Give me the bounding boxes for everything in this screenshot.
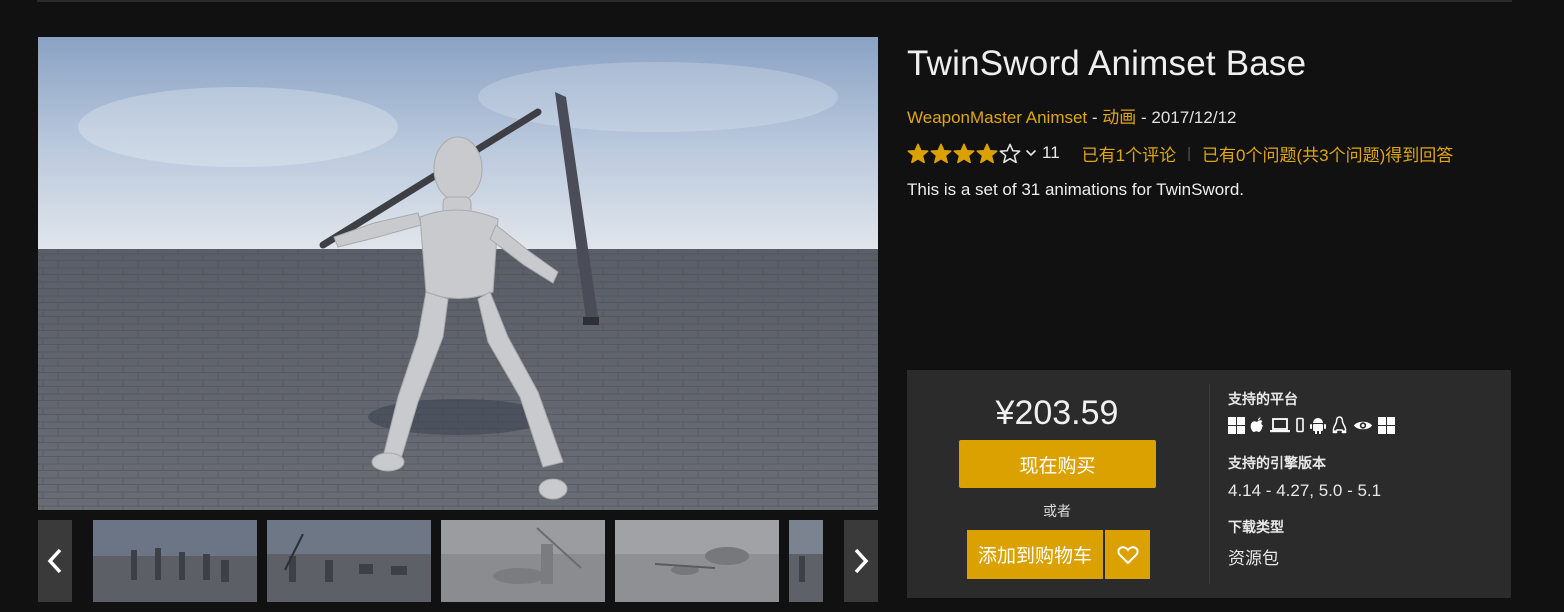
- chevron-right-icon: [854, 548, 869, 574]
- next-image-button[interactable]: [844, 520, 878, 602]
- download-type: 资源包: [1228, 549, 1279, 568]
- ios-phone-icon: [1295, 417, 1305, 434]
- engine-versions: 4.14 - 4.27, 5.0 - 5.1: [1228, 481, 1382, 500]
- windows-icon: [1378, 416, 1395, 434]
- product-specs: 支持的平台 支持的引擎版本 4.14 - 4.27, 5.0 - 5.1 下载类…: [1228, 370, 1498, 598]
- platforms-label: 支持的平台: [1228, 391, 1298, 407]
- star-filled-icon: [953, 143, 975, 163]
- thumbnail-4[interactable]: [615, 520, 779, 602]
- chevron-down-icon[interactable]: [1025, 148, 1037, 158]
- panel-divider: [1209, 384, 1210, 584]
- meta-separator: -: [1087, 108, 1103, 127]
- linux-icon: [1331, 416, 1348, 434]
- rating-count: 11: [1042, 143, 1060, 162]
- meta-separator: -: [1136, 108, 1152, 127]
- buy-now-button[interactable]: 现在购买: [959, 440, 1156, 488]
- top-divider: [37, 0, 1512, 2]
- rating-row: 11 已有1个评论 | 已有0个问题(共3个问题)得到回答: [907, 140, 1453, 166]
- link-divider: |: [1187, 144, 1192, 162]
- vr-eye-icon: [1353, 417, 1373, 434]
- previous-image-button[interactable]: [38, 520, 72, 602]
- wishlist-button[interactable]: [1105, 530, 1150, 579]
- add-to-cart-button[interactable]: 添加到购物车: [967, 530, 1103, 579]
- star-rating[interactable]: [907, 143, 1021, 164]
- engine-versions-label: 支持的引擎版本: [1228, 455, 1326, 471]
- star-empty-icon: [999, 143, 1021, 163]
- or-label: 或者: [1043, 503, 1071, 519]
- star-filled-icon: [930, 143, 952, 163]
- thumbnail-2[interactable]: [267, 520, 431, 602]
- star-filled-icon: [907, 143, 929, 163]
- purchase-panel: ¥203.59 现在购买 或者 添加到购物车 支持的平台 支持的引擎版本 4.1…: [907, 370, 1511, 598]
- star-filled-icon: [976, 143, 998, 163]
- thumbnail-3[interactable]: [441, 520, 605, 602]
- thumbnail-strip: [38, 520, 878, 602]
- download-type-label: 下载类型: [1228, 519, 1284, 535]
- chevron-left-icon: [47, 548, 62, 574]
- thumbnail-1[interactable]: [93, 520, 257, 602]
- platform-icons: [1228, 416, 1395, 434]
- apple-icon: [1250, 416, 1265, 434]
- product-meta: WeaponMaster Animset - 动画 - 2017/12/12: [907, 103, 1236, 128]
- questions-link[interactable]: 已有0个问题(共3个问题)得到回答: [1202, 141, 1453, 166]
- release-date: 2017/12/12: [1151, 108, 1237, 127]
- windows-icon: [1228, 416, 1245, 434]
- purchase-actions: ¥203.59 现在购买 或者 添加到购物车: [907, 370, 1207, 598]
- reviews-link[interactable]: 已有1个评论: [1082, 141, 1176, 166]
- seller-link[interactable]: WeaponMaster Animset: [907, 108, 1087, 127]
- heart-icon: [1116, 545, 1139, 564]
- thumbnail-5[interactable]: [789, 520, 823, 602]
- category-link[interactable]: 动画: [1102, 108, 1136, 127]
- main-preview-image[interactable]: [38, 37, 878, 510]
- mac-laptop-icon: [1270, 417, 1290, 434]
- product-description: This is a set of 31 animations for TwinS…: [907, 180, 1245, 199]
- android-icon: [1310, 417, 1326, 434]
- price: ¥203.59: [995, 394, 1119, 432]
- thumbnail-list: [93, 520, 823, 602]
- product-title: TwinSword Animset Base: [907, 44, 1307, 83]
